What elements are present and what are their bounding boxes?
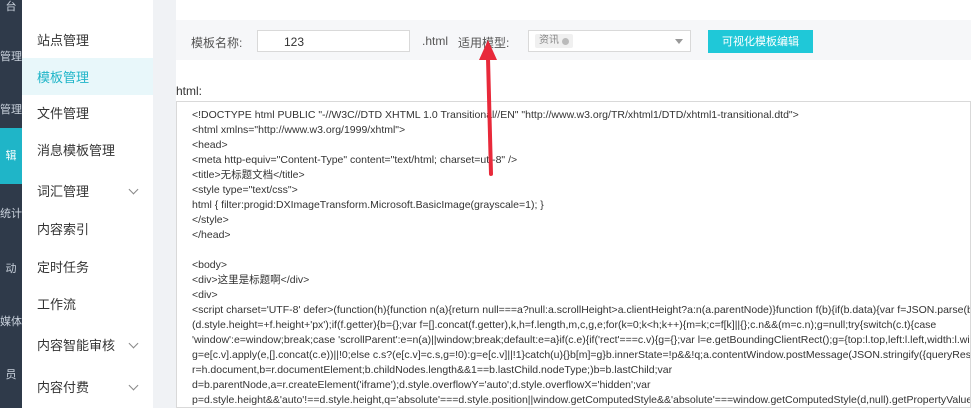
code-line: r=h.document,b=r.documentElement;b.child… (192, 364, 673, 376)
code-line: <title>无标题文档</title> (192, 169, 305, 181)
model-type-tag[interactable]: 资讯 (535, 34, 573, 48)
code-line: <body> (192, 259, 228, 271)
code-line: </head> (192, 229, 231, 241)
template-form-row: 模板名称: 123 .html 适用模型: 资讯 可视化模板编辑 (176, 20, 971, 60)
code-line: (d.style.height=+f.height+'px');if(f.get… (192, 319, 937, 331)
sidebar-item-label: 词汇管理 (37, 184, 90, 199)
code-line: <div> (192, 289, 218, 301)
rail-item[interactable]: 管理 (0, 50, 22, 64)
code-line: p=d.style.height&&'auto'!==d.style.heigh… (192, 394, 971, 406)
rail-item[interactable]: 统计 (0, 207, 22, 221)
sidebar-item-paid-content[interactable]: 内容付费 (22, 368, 153, 405)
code-line: d=b.parentNode,a=r.createElement('iframe… (192, 379, 651, 391)
code-line: 'window':e=window;break;case 'scrollPare… (192, 334, 971, 346)
sidebar-item-label: 文件管理 (37, 106, 90, 121)
code-line: g=e[c.v].apply(e,[].concat(c.e))||!0;els… (192, 349, 971, 361)
chevron-down-icon (128, 380, 139, 391)
sidebar-item-message-templates[interactable]: 消息模板管理 (22, 131, 153, 168)
template-name-input[interactable]: 123 (257, 30, 410, 52)
sidebar-item-content-index[interactable]: 内容索引 (22, 210, 153, 247)
template-edit-panel: 模板名称: 123 .html 适用模型: 资讯 可视化模板编辑 html: <… (176, 0, 971, 408)
rail-item[interactable]: 管理 (0, 103, 22, 117)
code-line: </style> (192, 214, 229, 226)
code-line: <head> (192, 139, 228, 151)
sidebar-item-label: 内容付费 (37, 380, 90, 395)
code-line: html { filter:progid:DXImageTransform.Mi… (192, 199, 544, 211)
rail-item[interactable]: 媒体 (0, 315, 22, 329)
rail-item-active[interactable]: 辑 (0, 128, 22, 184)
code-line: <!DOCTYPE html PUBLIC "-//W3C//DTD XHTML… (192, 109, 799, 121)
arrow-shaft (486, 56, 493, 176)
template-suffix: .html (422, 34, 449, 48)
sidebar-item-vocabulary[interactable]: 词汇管理 (22, 172, 153, 209)
annotation-arrow (479, 40, 497, 176)
sidebar-item-label: 定时任务 (37, 260, 90, 275)
code-line: <div>这里是标题啊</div> (192, 274, 310, 286)
sidebar: 站点管理 模板管理 文件管理 消息模板管理 词汇管理 内容索引 定时任务 工作流… (22, 0, 153, 408)
sidebar-item-label: 站点管理 (37, 33, 90, 48)
sidebar-item-scheduled-tasks[interactable]: 定时任务 (22, 248, 153, 285)
template-name-label: 模板名称: (191, 36, 243, 50)
code-line: <meta http-equiv="Content-Type" content=… (192, 154, 518, 166)
chevron-down-icon (128, 338, 139, 349)
sidebar-item-label: 工作流 (37, 297, 77, 312)
code-line: <html xmlns="http://www.w3.org/1999/xhtm… (192, 124, 406, 136)
sidebar-item-templates[interactable]: 模板管理 (22, 58, 153, 95)
code-line: <style type="text/css"> (192, 184, 298, 196)
sidebar-item-files[interactable]: 文件管理 (22, 94, 153, 131)
sidebar-item-label: 内容索引 (37, 222, 90, 237)
chevron-down-icon[interactable] (675, 39, 683, 44)
chevron-down-icon (128, 184, 139, 195)
rail-item[interactable]: 台 (0, 0, 22, 14)
tag-label: 资讯 (539, 35, 559, 46)
html-code-editor[interactable]: <!DOCTYPE html PUBLIC "-//W3C//DTD XHTML… (176, 101, 971, 408)
icon-rail: 台 管理 管理 辑 统计 动 媒体 员 (0, 0, 22, 408)
rail-item[interactable]: 员 (0, 368, 22, 382)
sidebar-item-sites[interactable]: 站点管理 (22, 21, 153, 58)
close-icon[interactable] (562, 37, 569, 45)
code-line: <script charset='UTF-8' defer>(function(… (192, 304, 971, 316)
code-lines: <!DOCTYPE html PUBLIC "-//W3C//DTD XHTML… (192, 108, 971, 407)
main-content: 模板名称: 123 .html 适用模型: 资讯 可视化模板编辑 html: <… (153, 0, 971, 408)
sidebar-item-smart-review[interactable]: 内容智能审核 (22, 326, 153, 363)
rail-item[interactable]: 动 (0, 262, 22, 276)
model-type-select[interactable]: 资讯 (528, 30, 691, 52)
sidebar-item-label: 内容智能审核 (37, 338, 116, 353)
sidebar-item-workflow[interactable]: 工作流 (22, 285, 153, 322)
sidebar-item-label: 消息模板管理 (37, 143, 116, 158)
html-field-label: html: (176, 84, 203, 98)
visual-template-edit-button[interactable]: 可视化模板编辑 (708, 30, 813, 53)
sidebar-item-label: 模板管理 (37, 70, 90, 85)
